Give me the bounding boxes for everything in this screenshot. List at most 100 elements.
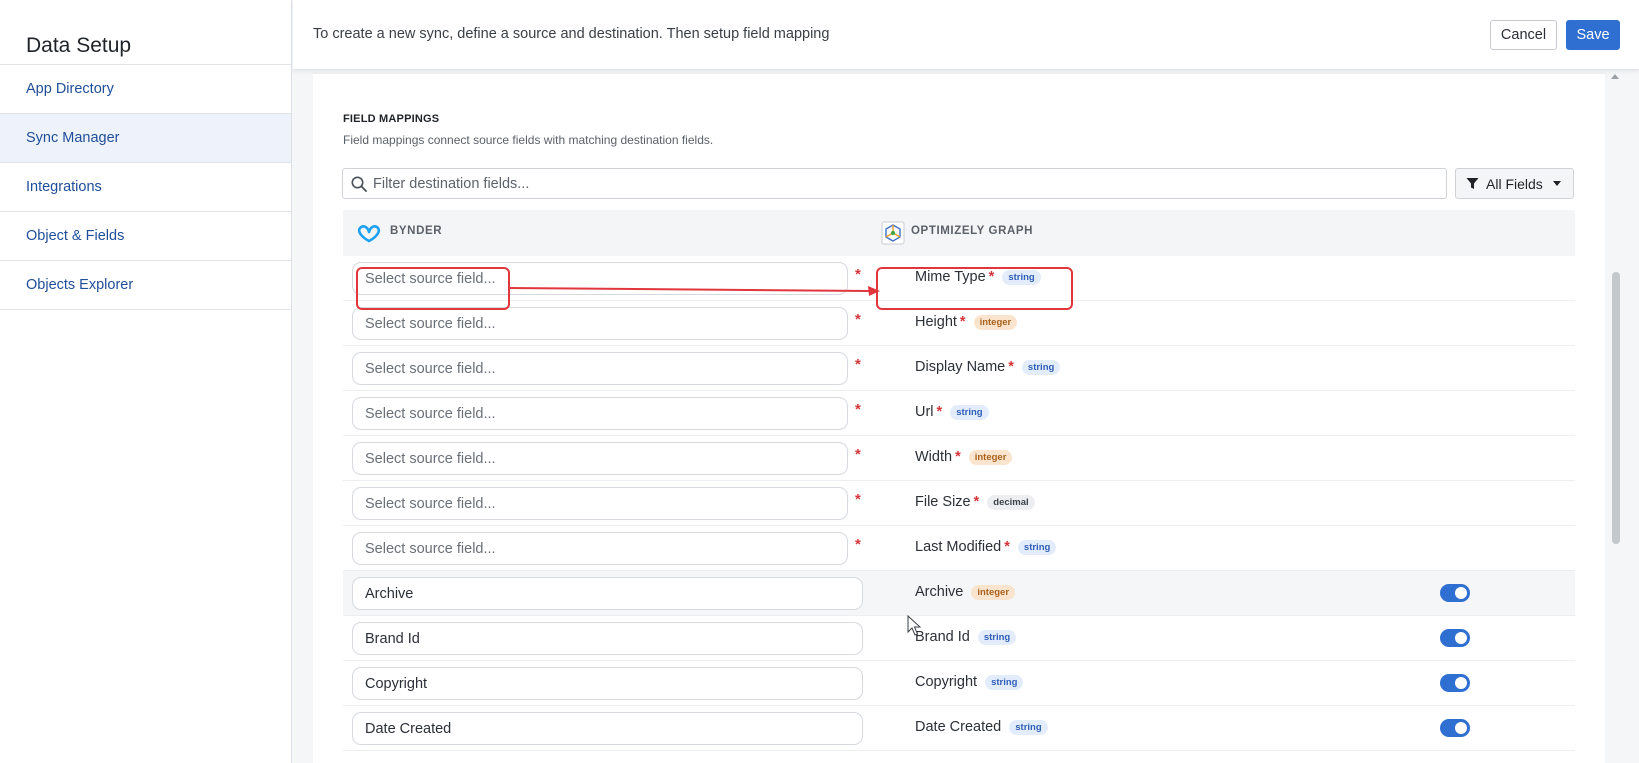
destination-field-name: Url: [915, 404, 934, 420]
mapping-row: Copyright Copyright string: [343, 661, 1575, 706]
sidebar-item-integrations[interactable]: Integrations: [0, 163, 291, 212]
type-badge: string: [1009, 719, 1048, 735]
required-indicator: *: [988, 269, 995, 285]
toggle-knob: [1455, 587, 1467, 599]
required-indicator: *: [973, 494, 980, 510]
source-field-select[interactable]: Archive: [352, 577, 863, 610]
destination-field: Width * integer: [915, 449, 1013, 465]
filter-box: [342, 168, 1447, 199]
destination-field-name: Height: [915, 314, 957, 330]
destination-field-name: Display Name: [915, 359, 1006, 375]
type-badge: decimal: [987, 494, 1035, 510]
required-indicator: *: [855, 311, 861, 328]
destination-field: Display Name * string: [915, 359, 1061, 375]
source-field-select[interactable]: Select source field...: [352, 307, 848, 340]
mapping-row: Select source field... * Url * string: [343, 391, 1575, 436]
type-badge: integer: [968, 449, 1013, 465]
sync-toggle[interactable]: [1440, 674, 1470, 692]
required-indicator: *: [855, 536, 861, 553]
section-title: FIELD MAPPINGS: [343, 113, 440, 125]
destination-field: Url * string: [915, 404, 989, 420]
destination-field: Brand Id string: [915, 629, 1017, 645]
required-indicator: *: [855, 356, 861, 373]
mapping-row: Select source field... * Height * integer: [343, 301, 1575, 346]
section-description: Field mappings connect source fields wit…: [343, 133, 714, 147]
cancel-button[interactable]: Cancel: [1490, 20, 1557, 50]
mapping-row: Select source field... * Display Name * s…: [343, 346, 1575, 391]
type-badge: string: [950, 404, 989, 420]
type-badge: string: [1021, 359, 1061, 375]
destination-field: Copyright string: [915, 674, 1024, 690]
destination-field-name: Date Created: [915, 719, 1002, 735]
type-badge: string: [1002, 269, 1041, 285]
source-field-select[interactable]: Select source field...: [352, 352, 848, 385]
toggle-knob: [1455, 722, 1467, 734]
save-button[interactable]: Save: [1566, 20, 1620, 50]
destination-field-name: Brand Id: [915, 629, 970, 645]
panel-divider: [313, 72, 1605, 74]
source-field-select[interactable]: Select source field...: [352, 397, 848, 430]
sidebar: Data Setup App Directory Sync Manager In…: [0, 0, 292, 763]
type-badge: integer: [971, 584, 1016, 600]
all-fields-label: All Fields: [1486, 175, 1543, 192]
page-header: To create a new sync, define a source an…: [293, 0, 1639, 70]
optimizely-graph-logo-icon: [881, 221, 905, 245]
required-indicator: *: [855, 266, 861, 283]
toggle-knob: [1455, 677, 1467, 689]
destination-column-header: OPTIMIZELY GRAPH: [911, 225, 1034, 237]
sidebar-item-object-fields[interactable]: Object & Fields: [0, 212, 291, 261]
mapping-row: Archive Archive integer: [343, 571, 1575, 616]
type-badge: string: [985, 674, 1024, 690]
scrollbar-thumb[interactable]: [1612, 272, 1620, 544]
mapping-table-header: BYNDER OPTIMIZELY GRAPH: [343, 210, 1575, 256]
destination-field: Last Modified * string: [915, 539, 1057, 555]
required-indicator: *: [855, 446, 861, 463]
mapping-row: Select source field... * Last Modified * …: [343, 526, 1575, 571]
toggle-knob: [1455, 632, 1467, 644]
destination-field: File Size * decimal: [915, 494, 1035, 510]
bynder-logo-icon: [357, 225, 381, 243]
destination-field-name: File Size: [915, 494, 971, 510]
destination-field-name: Last Modified: [915, 539, 1002, 555]
source-field-select[interactable]: Select source field...: [352, 532, 848, 565]
scroll-up-arrow-icon[interactable]: [1611, 74, 1619, 79]
sync-toggle[interactable]: [1440, 584, 1470, 602]
destination-field-name: Width: [915, 449, 953, 465]
source-field-select[interactable]: Select source field...: [352, 442, 848, 475]
sidebar-item-sync-manager[interactable]: Sync Manager: [0, 114, 291, 163]
search-icon: [351, 176, 367, 192]
type-badge: integer: [973, 314, 1018, 330]
all-fields-dropdown[interactable]: All Fields: [1455, 168, 1574, 199]
type-badge: string: [1017, 539, 1057, 555]
destination-field-name: Archive: [915, 584, 964, 600]
sync-toggle[interactable]: [1440, 629, 1470, 647]
filter-destination-input[interactable]: [373, 169, 1433, 198]
sync-toggle[interactable]: [1440, 719, 1470, 737]
source-field-select[interactable]: Copyright: [352, 667, 863, 700]
destination-field: Height * integer: [915, 314, 1018, 330]
chevron-down-icon: [1552, 181, 1561, 186]
sidebar-item-app-directory[interactable]: App Directory: [0, 65, 291, 114]
mapping-row: Select source field... * Mime Type * stri…: [343, 256, 1575, 301]
source-field-select[interactable]: Select source field...: [352, 262, 848, 295]
field-mappings-panel: FIELD MAPPINGS Field mappings connect so…: [313, 72, 1605, 763]
destination-field-name: Mime Type: [915, 269, 986, 285]
type-badge: string: [977, 629, 1017, 645]
source-field-select[interactable]: Date Created: [352, 712, 863, 745]
source-field-select[interactable]: Brand Id: [352, 622, 863, 655]
destination-field: Date Created string: [915, 719, 1048, 735]
mapping-row: Brand Id Brand Id string: [343, 616, 1575, 661]
mapping-row: Select source field... * Width * integer: [343, 436, 1575, 481]
required-indicator: *: [855, 401, 861, 418]
sidebar-nav: App Directory Sync Manager Integrations …: [0, 64, 291, 310]
header-instruction: To create a new sync, define a source an…: [313, 26, 830, 42]
mapping-row: Select source field... * File Size * deci…: [343, 481, 1575, 526]
destination-field-name: Copyright: [915, 674, 978, 690]
required-indicator: *: [1008, 359, 1014, 375]
sidebar-item-objects-explorer[interactable]: Objects Explorer: [0, 261, 291, 310]
mapping-row: Date Created Date Created string: [343, 706, 1575, 751]
destination-field: Archive integer: [915, 584, 1016, 600]
source-field-select[interactable]: Select source field...: [352, 487, 848, 520]
required-indicator: *: [855, 491, 861, 508]
required-indicator: *: [959, 314, 966, 330]
